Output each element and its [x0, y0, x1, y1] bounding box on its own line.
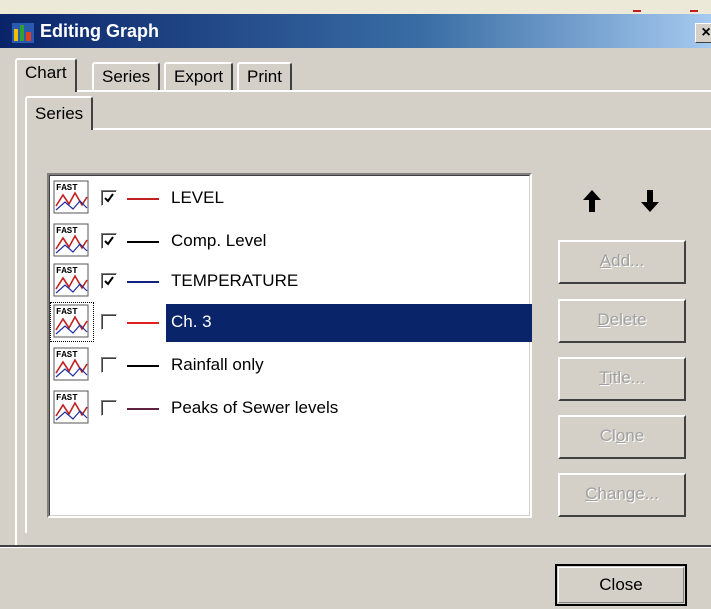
- fast-line-icon: FAST: [53, 304, 89, 338]
- arrow-down-icon[interactable]: [640, 188, 660, 214]
- svg-text:FAST: FAST: [56, 226, 78, 236]
- change-button-label: hange...: [597, 484, 659, 503]
- background-strip: [0, 0, 711, 14]
- series-visible-checkbox[interactable]: [101, 400, 117, 416]
- footer-separator: [0, 545, 711, 548]
- series-list[interactable]: FAST LEVEL FAST Comp. Level FAST TEMPERA…: [47, 173, 532, 518]
- fast-line-icon: FAST: [53, 347, 89, 381]
- check-icon: [104, 236, 114, 246]
- selection-highlight: [166, 304, 532, 342]
- window-title: Editing Graph: [40, 21, 159, 41]
- app-icon: [12, 23, 34, 43]
- add-button-label: dd...: [611, 251, 645, 270]
- series-color-swatch: [127, 241, 159, 243]
- series-name: Rainfall only: [171, 355, 264, 374]
- clone-button[interactable]: Clone: [558, 415, 686, 459]
- series-name: LEVEL: [171, 188, 224, 207]
- tab-chart[interactable]: Chart: [15, 58, 77, 92]
- series-name: Ch. 3: [171, 312, 212, 331]
- title-bar[interactable]: Editing Graph ×: [0, 14, 711, 48]
- svg-text:FAST: FAST: [56, 393, 78, 403]
- title-button[interactable]: Title...: [558, 357, 686, 401]
- clone-button-label: ne: [625, 426, 645, 445]
- series-color-swatch: [127, 322, 159, 324]
- title-button-accel: T: [599, 368, 609, 387]
- series-name: TEMPERATURE: [171, 271, 299, 290]
- delete-button-label: elete: [609, 310, 647, 329]
- window-close-icon[interactable]: ×: [695, 23, 711, 43]
- delete-button-accel: D: [597, 310, 610, 329]
- change-button-accel: C: [585, 484, 598, 503]
- tab-inner-series[interactable]: Series: [25, 96, 94, 130]
- fast-line-icon: FAST: [53, 223, 89, 257]
- title-button-label: itle...: [608, 368, 645, 387]
- fast-line-icon: FAST: [53, 263, 89, 297]
- background-mark: [690, 0, 698, 12]
- series-name: Peaks of Sewer levels: [171, 398, 339, 417]
- series-color-swatch: [127, 281, 159, 283]
- svg-text:FAST: FAST: [56, 183, 78, 193]
- series-row-selected[interactable]: FAST Ch. 3: [49, 302, 532, 342]
- series-row[interactable]: FAST Peaks of Sewer levels: [49, 388, 530, 428]
- background-mark: [633, 0, 641, 12]
- change-button[interactable]: Change...: [558, 473, 686, 517]
- series-color-swatch: [127, 408, 159, 410]
- close-button[interactable]: Close: [555, 564, 687, 606]
- series-visible-checkbox[interactable]: [101, 190, 117, 206]
- check-icon: [104, 276, 114, 286]
- series-color-swatch: [127, 198, 159, 200]
- svg-text:FAST: FAST: [56, 307, 78, 317]
- series-row[interactable]: FAST Rainfall only: [49, 345, 530, 385]
- fast-line-icon: FAST: [53, 180, 89, 214]
- series-visible-checkbox[interactable]: [101, 233, 117, 249]
- series-name: Comp. Level: [171, 231, 267, 250]
- svg-text:FAST: FAST: [56, 266, 78, 276]
- series-row[interactable]: FAST Comp. Level: [49, 221, 530, 261]
- series-visible-checkbox[interactable]: [101, 357, 117, 373]
- tab-series[interactable]: Series: [92, 62, 161, 90]
- add-button-accel: A: [599, 251, 612, 270]
- series-visible-checkbox[interactable]: [101, 273, 117, 289]
- series-row[interactable]: FAST LEVEL: [49, 178, 530, 218]
- series-color-swatch: [127, 365, 159, 367]
- clone-button-label-start: Cl: [599, 426, 616, 445]
- fast-line-icon: FAST: [53, 390, 89, 424]
- tab-export[interactable]: Export: [164, 62, 234, 90]
- tab-print[interactable]: Print: [237, 62, 292, 90]
- svg-text:FAST: FAST: [56, 350, 78, 360]
- series-row[interactable]: FAST TEMPERATURE: [49, 261, 530, 301]
- add-button[interactable]: Add...: [558, 240, 686, 284]
- check-icon: [104, 193, 114, 203]
- arrow-up-icon[interactable]: [582, 188, 602, 214]
- series-visible-checkbox[interactable]: [101, 314, 117, 330]
- delete-button[interactable]: Delete: [558, 299, 686, 343]
- clone-button-accel: o: [615, 426, 626, 445]
